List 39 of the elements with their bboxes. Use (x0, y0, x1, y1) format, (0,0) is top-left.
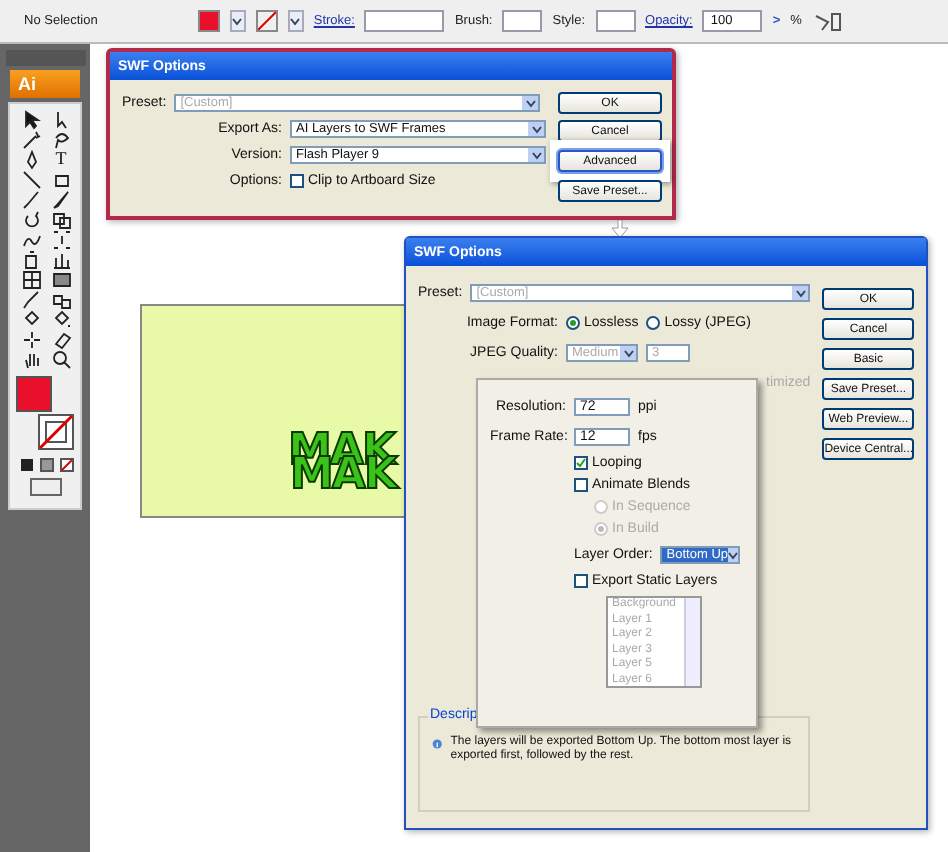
scrollbar[interactable] (684, 598, 700, 686)
stroke-field[interactable] (364, 10, 445, 32)
color-mode-icon[interactable] (19, 458, 33, 472)
radio-button[interactable] (566, 316, 580, 330)
stroke-swatch[interactable] (255, 10, 278, 32)
eyedropper-icon[interactable] (17, 290, 45, 308)
brush-field[interactable] (502, 10, 543, 32)
fill-swatch[interactable] (16, 376, 52, 412)
zoom-icon[interactable] (47, 350, 75, 368)
style-field[interactable] (595, 10, 636, 32)
dropdown-caret-icon (528, 148, 544, 162)
checkbox[interactable] (574, 478, 588, 492)
radio-button[interactable] (646, 316, 661, 330)
pencil-icon[interactable] (47, 190, 75, 208)
dropdown-caret-icon (792, 286, 809, 300)
scale-icon[interactable] (47, 210, 75, 228)
checkbox[interactable] (574, 574, 588, 588)
dropdown-caret-icon[interactable] (287, 10, 304, 32)
callout-arrow (610, 220, 630, 238)
dropdown-caret-icon (528, 122, 544, 136)
blend-icon[interactable] (47, 290, 75, 308)
dropdown-caret-icon (728, 548, 739, 562)
dropdown-caret-icon (620, 346, 636, 360)
stroke-swatch[interactable] (38, 414, 74, 450)
dropdown-caret-icon[interactable] (229, 10, 246, 32)
gradient-mode-icon[interactable] (39, 458, 53, 472)
gradient-icon[interactable] (47, 270, 75, 288)
info-icon (432, 736, 443, 752)
dropdown-caret-icon (522, 96, 539, 110)
fill-swatch[interactable] (197, 10, 220, 32)
app-logo: Ai (10, 70, 80, 98)
screen-mode-icon[interactable] (30, 478, 62, 496)
mesh-icon[interactable] (17, 270, 45, 288)
type-tool[interactable]: T (47, 150, 75, 168)
warp-icon[interactable] (17, 230, 45, 248)
none-mode-icon[interactable] (59, 458, 73, 472)
line-icon[interactable] (17, 170, 45, 188)
checkbox[interactable] (290, 174, 304, 188)
checkbox[interactable] (574, 456, 588, 470)
